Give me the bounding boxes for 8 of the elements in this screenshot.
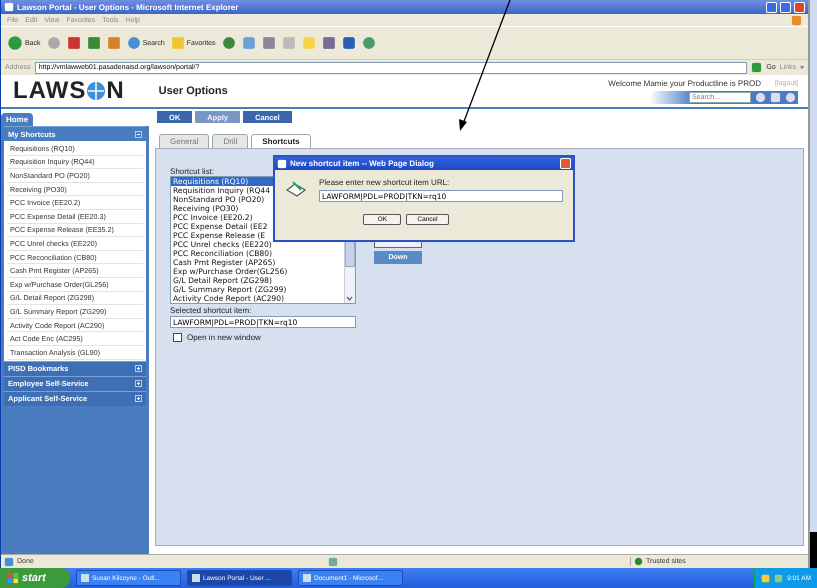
page-title: User Options (158, 85, 228, 97)
welcome-text: Welcome Mamie your Productline is PROD (608, 78, 762, 88)
lawson-logo: LAWS N (13, 77, 125, 105)
checkbox-label: Open in new window (187, 333, 261, 342)
dialog-title: New shortcut item -- Web Page Dialog (290, 159, 434, 168)
shortcut-list-label: Shortcut list: (170, 167, 216, 176)
window-title: Lawson Portal - User Options - Microsoft Internet Explorer (17, 2, 238, 12)
selected-item-label: Selected shortcut item: (170, 306, 252, 315)
